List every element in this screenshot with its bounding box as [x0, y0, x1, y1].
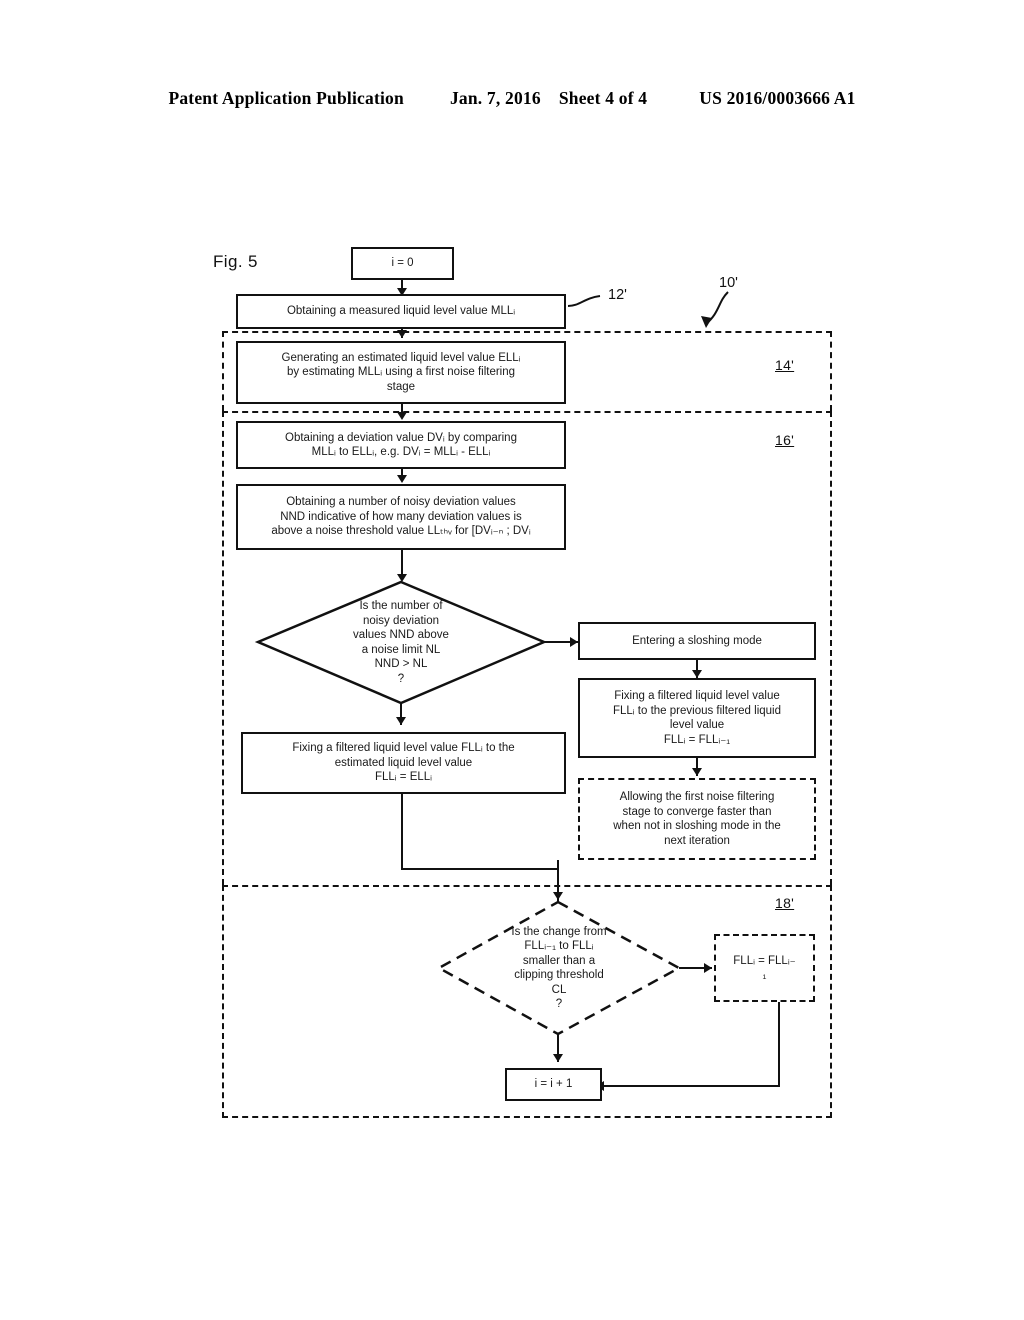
arrowhead-deviation-to-nnd	[397, 475, 407, 483]
node-enter-sloshing-mode: Entering a sloshing mode	[578, 622, 816, 660]
node-fix-to-previous: Fixing a filtered liquid level value FLL…	[578, 678, 816, 758]
node-clip-assign-line2: ₁	[762, 969, 767, 981]
node-fix-to-previous-line1: Fixing a filtered liquid level value	[614, 690, 780, 702]
region-divider-14-16	[222, 411, 832, 413]
node-obtain-nnd-line2: NND indicative of how many deviation val…	[280, 510, 522, 523]
node-obtain-deviation-line1: Obtaining a deviation value DVᵢ by compa…	[285, 431, 517, 444]
connector-clipassign-left	[602, 1085, 780, 1087]
node-increment-counter: i = i + 1	[505, 1068, 602, 1101]
node-obtain-nnd-line3: above a noise threshold value LLₜₕᵥ for …	[271, 525, 531, 538]
arrowhead-decision-no	[396, 717, 406, 725]
node-clip-assign: FLLᵢ = FLLᵢ₋ ₁	[714, 934, 815, 1002]
node-generate-estimate-line2: by estimating MLLᵢ using a first noise f…	[286, 366, 516, 379]
node-obtain-measured-level-label: Obtaining a measured liquid level value …	[286, 305, 516, 318]
node-generate-estimate-line1: Generating an estimated liquid level val…	[281, 351, 521, 364]
arrowhead-merge-to-clip	[553, 892, 563, 900]
region-ref-14: 14'	[775, 357, 795, 373]
node-clip-assign-line1: FLLᵢ = FLLᵢ₋	[733, 954, 796, 967]
connector-clipassign-down	[778, 1002, 780, 1087]
region-divider-16-18	[222, 885, 832, 887]
node-converge-faster-line1: Allowing the first noise filtering	[619, 791, 775, 803]
arrowhead-fixprev-to-converge	[692, 768, 702, 776]
node-fix-to-estimated-line1: Fixing a filtered liquid level value FLL…	[292, 742, 515, 755]
node-obtain-deviation-line2: MLLᵢ to ELLᵢ, e.g. DVᵢ = MLLᵢ - ELLᵢ	[311, 446, 491, 458]
figure-label: Fig. 5	[213, 252, 258, 271]
node-obtain-measured-level: Obtaining a measured liquid level value …	[236, 294, 566, 329]
figure-5-flowchart: Fig. 5 10' 14' 16' 18' i = 0 Obtaining a…	[0, 0, 1024, 1320]
lead-ref-12: 12'	[608, 287, 627, 303]
node-generate-estimate-line3: stage	[386, 380, 416, 393]
node-converge-faster: Allowing the first noise filtering stage…	[578, 778, 816, 860]
node-increment-counter-label: i = i + 1	[534, 1078, 573, 1091]
arrowhead-generate-to-deviation	[397, 412, 407, 420]
node-fix-to-previous-line2: FLLᵢ to the previous filtered liquid	[612, 704, 781, 717]
node-converge-faster-line2: stage to converge faster than	[622, 805, 772, 818]
arrowhead-sloshing-to-fixprev	[692, 670, 702, 678]
node-enter-sloshing-mode-label: Entering a sloshing mode	[632, 634, 762, 647]
node-fix-to-estimated-line2: estimated liquid level value	[334, 756, 473, 769]
region-ref-18: 18'	[775, 895, 795, 911]
arrowhead-measured-to-generate	[397, 330, 407, 338]
arrowhead-decision-yes	[570, 637, 578, 647]
connector-fixest-right	[401, 868, 559, 870]
node-obtain-nnd: Obtaining a number of noisy deviation va…	[236, 484, 566, 550]
node-init-counter: i = 0	[351, 247, 454, 280]
node-generate-estimate: Generating an estimated liquid level val…	[236, 341, 566, 404]
node-fix-to-estimated-line3: FLLᵢ = ELLᵢ	[374, 771, 432, 784]
node-init-counter-label: i = 0	[391, 257, 414, 270]
node-fix-to-previous-line4: FLLᵢ = FLLᵢ₋₁	[663, 733, 731, 746]
connector-fixest-down	[401, 794, 403, 870]
arrowhead-clip-no	[553, 1054, 563, 1062]
region-ref-16: 16'	[775, 432, 795, 448]
node-fix-to-estimated: Fixing a filtered liquid level value FLL…	[241, 732, 566, 794]
node-converge-faster-line3: when not in sloshing mode in the	[613, 820, 781, 832]
decision-noise-limit: Is the number of noisy deviation values …	[254, 580, 548, 705]
arrowhead-clip-yes	[704, 963, 712, 973]
node-converge-faster-line4: next iteration	[664, 834, 730, 847]
node-obtain-nnd-line1: Obtaining a number of noisy deviation va…	[286, 496, 516, 509]
decision-clipping-threshold: Is the change from FLLᵢ₋₁ to FLLᵢ smalle…	[436, 900, 682, 1036]
node-obtain-deviation: Obtaining a deviation value DVᵢ by compa…	[236, 421, 566, 469]
node-fix-to-previous-line3: level value	[669, 719, 725, 731]
